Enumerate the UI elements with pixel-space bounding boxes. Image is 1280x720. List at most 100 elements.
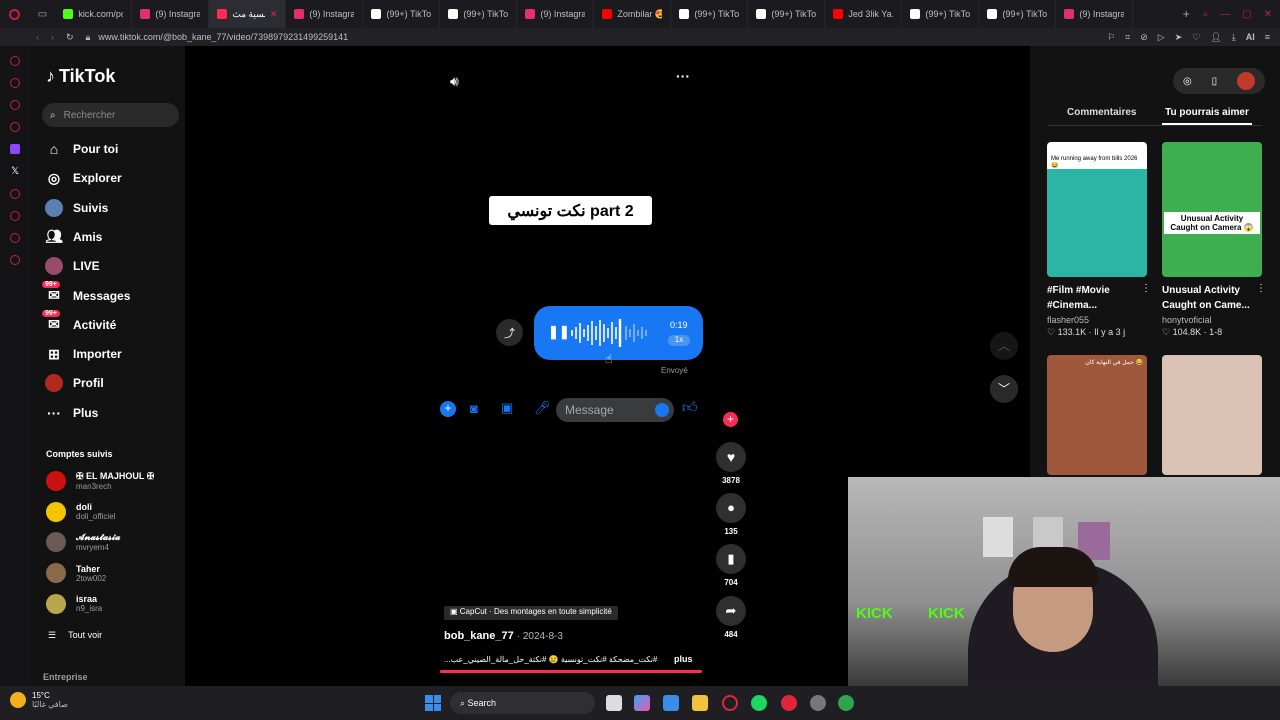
browser-tab[interactable]: (99+) TikTok xyxy=(902,0,980,28)
sidebar-icon[interactable] xyxy=(10,56,20,66)
like-button[interactable]: ♥ 3878 xyxy=(716,442,746,485)
compass-icon[interactable]: ◎ xyxy=(1183,76,1192,87)
emoji-icon[interactable] xyxy=(655,403,669,417)
microphone-icon[interactable]: 🎤︎ xyxy=(534,400,551,416)
explorer-icon[interactable] xyxy=(692,695,708,711)
nav-item-activit[interactable]: ✉ 99+ Activité xyxy=(42,309,116,334)
thumbs-up-icon[interactable]: 👍︎ xyxy=(682,399,698,417)
sidebar-icon[interactable] xyxy=(10,211,20,221)
video-hashtags[interactable]: #نكت_مضحكة #نكت_تونسية 😢 #نكتة_حل_مالة_ا… xyxy=(444,655,666,664)
next-video-button[interactable]: ﹀ xyxy=(990,375,1018,403)
browser-tab[interactable]: Jed 3lik Ya... xyxy=(825,0,903,28)
app-icon[interactable] xyxy=(838,695,854,711)
voice-message-bubble[interactable]: ❚❚ 0:19 1x xyxy=(534,306,703,360)
prev-video-button[interactable]: ︿ xyxy=(990,332,1018,360)
play-icon[interactable]: ▷ xyxy=(1158,32,1165,43)
maximize-icon[interactable]: ▢ xyxy=(1242,9,1251,20)
browser-tab[interactable]: (99+) TikTok xyxy=(979,0,1057,28)
nav-item-messages[interactable]: ✉ 99+ Messages xyxy=(42,280,130,305)
message-input[interactable]: Message xyxy=(556,398,674,422)
browser-tab[interactable]: kick.com/po xyxy=(55,0,133,28)
opera-menu-icon[interactable] xyxy=(0,0,30,28)
tab-suggestions[interactable]: Tu pourrais aimer xyxy=(1162,107,1252,125)
browser-tab[interactable]: Zombilar 😍 xyxy=(594,0,672,28)
nav-item-live[interactable]: LIVE xyxy=(45,257,100,276)
nav-item-explorer[interactable]: ◎ Explorer xyxy=(45,169,122,187)
nav-item-plus[interactable]: ··· Plus xyxy=(45,404,98,422)
follow-plus-button[interactable]: + xyxy=(723,412,738,427)
video-author[interactable]: bob_kane_77 · 2024-8-3 xyxy=(444,630,563,642)
speed-button[interactable]: 1x xyxy=(668,335,690,346)
reload-icon[interactable]: ↻ xyxy=(66,32,74,43)
sidebar-icon[interactable] xyxy=(10,233,20,243)
more-caption-link[interactable]: plus xyxy=(674,654,693,664)
share-circle-icon[interactable]: ⤴ xyxy=(496,319,523,346)
followed-account[interactable]: israa n9_isra xyxy=(46,593,102,614)
browser-tab[interactable]: (99+) TikTok xyxy=(748,0,826,28)
followed-account[interactable]: ✠ EL MAJHOUL ✠ man3rech xyxy=(46,471,154,491)
snapshot-icon[interactable]: ⌗ xyxy=(1125,32,1130,43)
capcut-tag[interactable]: ▣ CapCut · Des montages en toute simplic… xyxy=(444,606,618,620)
url-field[interactable]: www.tiktok.com/@bob_kane_77/video/739897… xyxy=(98,32,348,42)
menu-icon[interactable]: ≡ xyxy=(1265,32,1270,43)
device-icon[interactable]: ▯ xyxy=(1212,76,1218,87)
spotify-icon[interactable] xyxy=(751,695,767,711)
bookmark-icon[interactable]: ⚐ xyxy=(1107,32,1115,43)
nav-item-suivis[interactable]: Suivis xyxy=(45,198,108,217)
browser-tab[interactable]: (9) Instagram xyxy=(132,0,210,28)
browser-tab[interactable]: (9) Instagram xyxy=(517,0,595,28)
see-all-link[interactable]: ☰ Tout voir xyxy=(48,630,102,641)
search-input[interactable]: ⌕ Rechercher xyxy=(42,103,179,127)
adblock-icon[interactable]: ⊘ xyxy=(1140,32,1148,43)
user-avatar[interactable] xyxy=(1237,72,1256,90)
send-icon[interactable]: ➤ xyxy=(1175,32,1183,43)
pause-icon[interactable]: ❚❚ xyxy=(548,324,570,340)
company-link[interactable]: Entreprise xyxy=(43,672,88,682)
close-icon[interactable]: ✕ xyxy=(1264,9,1272,20)
sidebar-icon[interactable] xyxy=(10,122,20,132)
sidebar-icon[interactable] xyxy=(10,78,20,88)
image-icon[interactable]: ▣ xyxy=(501,400,513,416)
heart-icon[interactable]: ♡ xyxy=(1192,32,1200,43)
share-button[interactable]: ➦ 484 xyxy=(716,596,746,639)
start-button[interactable] xyxy=(425,695,441,711)
more-options-icon[interactable]: ⋮ xyxy=(1256,283,1266,294)
browser-tab[interactable]: (9) Instagram xyxy=(1056,0,1134,28)
nav-item-importer[interactable]: ⊞ Importer xyxy=(45,345,122,363)
settings-icon[interactable] xyxy=(10,255,20,265)
new-tab-button[interactable]: + xyxy=(1183,7,1203,21)
comment-button[interactable]: ● 135 xyxy=(716,493,746,536)
chrome-icon[interactable] xyxy=(810,695,826,711)
store-icon[interactable] xyxy=(663,695,679,711)
task-view-icon[interactable] xyxy=(606,695,622,711)
nav-item-pourtoi[interactable]: ⌂ Pour toi xyxy=(45,140,119,158)
video-progress-bar[interactable] xyxy=(440,670,702,673)
camera-icon[interactable]: ◙ xyxy=(470,401,478,416)
sidebar-icon[interactable] xyxy=(10,100,20,110)
sidebar-icon[interactable] xyxy=(10,189,20,199)
taskbar-search[interactable]: ⌕ Search xyxy=(450,692,595,714)
browser-tab[interactable]: نكت تونسية مث... ✕ xyxy=(209,0,287,28)
save-button[interactable]: ▮ 704 xyxy=(716,544,746,587)
app-icon[interactable] xyxy=(781,695,797,711)
browser-tab[interactable]: (99+) TikTok xyxy=(440,0,518,28)
more-options-icon[interactable]: ⋮ xyxy=(1141,283,1151,294)
back-icon[interactable]: ‹ xyxy=(36,32,39,42)
browser-tab[interactable]: (99+) TikTok xyxy=(363,0,441,28)
volume-icon[interactable]: 🔊︎ xyxy=(450,73,459,90)
ai-icon[interactable]: AI xyxy=(1246,32,1255,43)
followed-account[interactable]: doli doli_officiel xyxy=(46,501,115,522)
download-icon[interactable]: ⤓ xyxy=(1232,32,1236,43)
plus-circle-icon[interactable]: + xyxy=(440,401,456,417)
nav-item-amis[interactable]: 👥︎ Amis xyxy=(45,228,102,246)
tiktok-logo[interactable]: ♪ TikTok xyxy=(46,66,115,87)
tab-close-icon[interactable]: ✕ xyxy=(270,9,278,20)
forward-icon[interactable]: › xyxy=(51,32,54,42)
minimize-icon[interactable]: — xyxy=(1220,9,1230,20)
profile-icon[interactable]: 👤︎ xyxy=(1210,32,1221,43)
x-icon[interactable]: 𝕏 xyxy=(0,166,30,177)
copilot-icon[interactable] xyxy=(634,695,650,711)
followed-account[interactable]: Taher 2tow002 xyxy=(46,563,106,584)
tab-comments[interactable]: Commentaires xyxy=(1067,107,1136,118)
nav-item-profil[interactable]: Profil xyxy=(45,374,104,393)
